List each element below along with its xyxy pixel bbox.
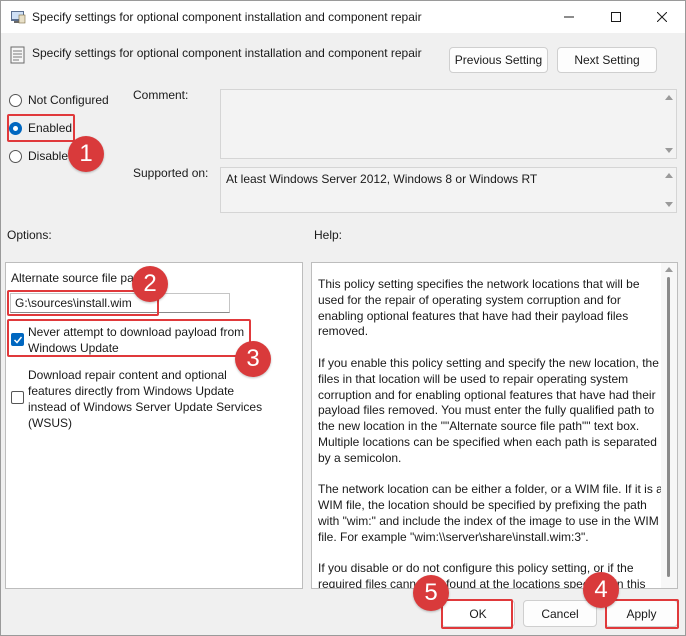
minimize-icon: [564, 16, 574, 18]
comment-textbox[interactable]: [220, 89, 677, 159]
disabled-radio[interactable]: [9, 149, 22, 163]
step-badge-2: 2: [132, 266, 168, 302]
minimize-button[interactable]: [546, 1, 592, 33]
close-button[interactable]: [639, 1, 685, 33]
step-badge-3: 3: [235, 341, 271, 377]
help-paragraph: This policy setting specifies the networ…: [318, 277, 640, 339]
help-paragraph: If you enable this policy setting and sp…: [318, 355, 659, 465]
window-title: Specify settings for optional component …: [32, 10, 422, 24]
title-bar: Specify settings for optional component …: [1, 1, 685, 33]
help-text: This policy setting specifies the networ…: [318, 277, 668, 588]
apply-highlight: [605, 599, 679, 629]
maximize-icon: [611, 12, 621, 22]
previous-setting-button[interactable]: Previous Setting: [449, 47, 548, 73]
never-download-highlight: [7, 319, 251, 357]
scroll-down-icon[interactable]: [665, 148, 673, 153]
policy-editor-icon: [11, 11, 26, 24]
comment-scrollbar[interactable]: [662, 90, 676, 158]
help-scrollbar[interactable]: [661, 263, 677, 588]
comment-label: Comment:: [133, 88, 189, 102]
supported-on-box: At least Windows Server 2012, Windows 8 …: [220, 167, 677, 213]
direct-wu-label: Download repair content and optional fea…: [28, 368, 263, 430]
not-configured-label: Not Configured: [28, 93, 109, 107]
scroll-up-icon[interactable]: [665, 95, 673, 100]
maximize-button[interactable]: [593, 1, 639, 33]
step-badge-4: 4: [583, 572, 619, 608]
not-configured-option[interactable]: Not Configured: [9, 91, 109, 109]
cancel-button[interactable]: Cancel: [523, 600, 597, 627]
setting-title: Specify settings for optional component …: [32, 46, 422, 60]
options-label: Options:: [7, 228, 52, 242]
step-badge-1: 1: [68, 136, 104, 172]
next-setting-button[interactable]: Next Setting: [557, 47, 657, 73]
help-pane: This policy setting specifies the networ…: [311, 262, 678, 589]
policy-dialog: Specify settings for optional component …: [0, 0, 686, 636]
disabled-label: Disabled: [28, 149, 69, 163]
disabled-option[interactable]: Disabled: [9, 147, 69, 165]
help-paragraph: The network location can be either a fol…: [318, 482, 663, 544]
step-badge-5: 5: [413, 575, 449, 611]
enabled-highlight: [7, 114, 75, 142]
close-icon: [657, 12, 667, 22]
scroll-up-icon[interactable]: [665, 173, 673, 178]
supported-scrollbar[interactable]: [662, 168, 676, 212]
help-scroll-thumb[interactable]: [667, 277, 670, 577]
ok-highlight: [441, 599, 513, 629]
supported-on-label: Supported on:: [133, 166, 209, 180]
alt-source-label: Alternate source file path: [11, 271, 135, 285]
supported-on-value: At least Windows Server 2012, Windows 8 …: [226, 172, 538, 186]
not-configured-radio[interactable]: [9, 93, 22, 107]
policy-setting-icon: [10, 46, 25, 64]
scroll-up-icon[interactable]: [665, 267, 673, 272]
scroll-down-icon[interactable]: [665, 202, 673, 207]
direct-wu-checkbox[interactable]: [11, 391, 24, 404]
help-label: Help:: [314, 228, 343, 242]
